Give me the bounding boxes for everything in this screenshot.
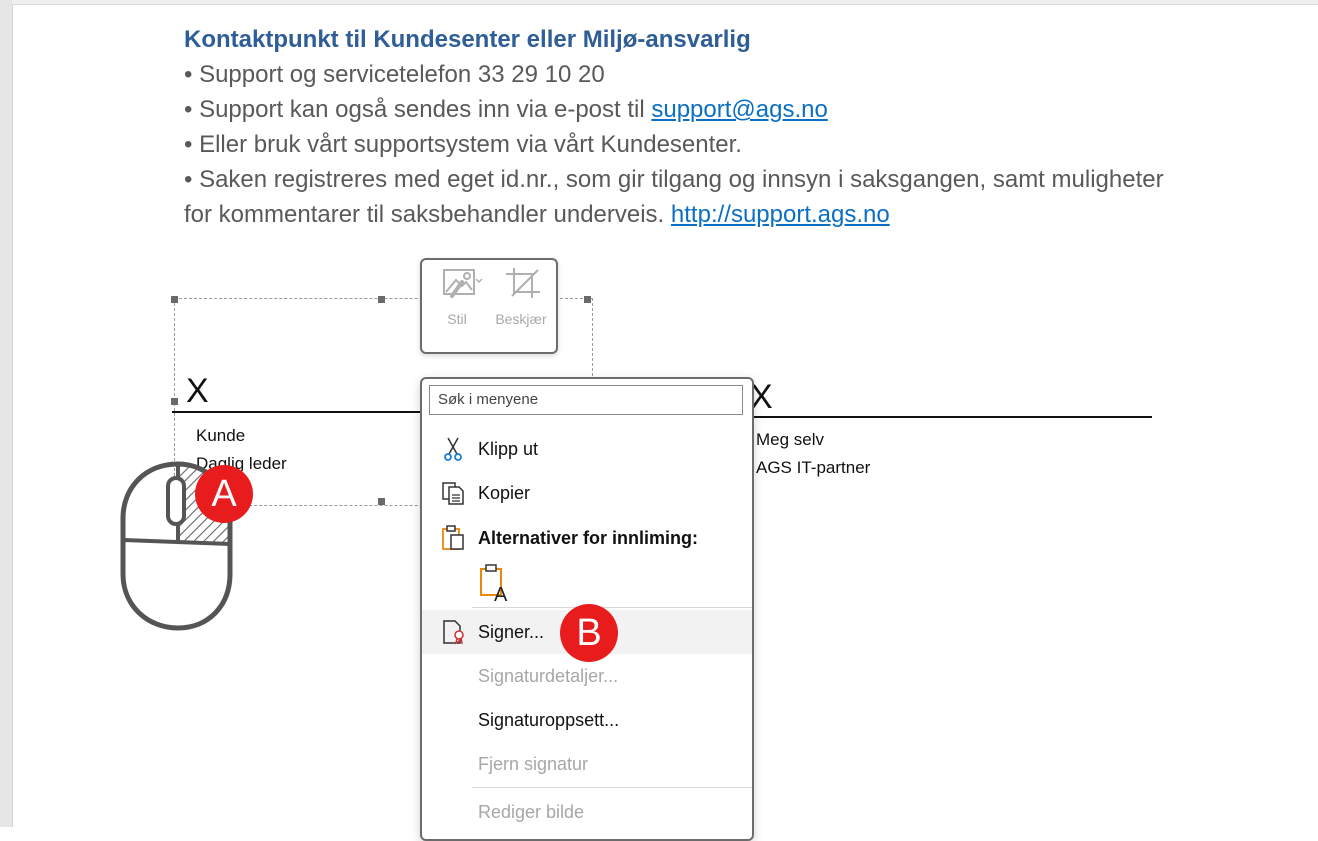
resize-handle-top-right[interactable] bbox=[584, 296, 591, 303]
paste-text-icon: A bbox=[480, 564, 508, 606]
resize-handle-bottom[interactable] bbox=[378, 498, 385, 505]
continuation-text: for kommentarer til saksbehandler underv… bbox=[184, 201, 665, 228]
paste-keep-text-only-button[interactable]: A bbox=[478, 563, 514, 606]
bullet-email-text: • Support kan også sendes inn via e-post… bbox=[184, 96, 645, 123]
menu-item-copy-label: Kopier bbox=[478, 483, 531, 503]
signature-line-right bbox=[750, 416, 1152, 418]
menu-item-cut-label: Klipp ut bbox=[478, 439, 539, 459]
signature-line-left bbox=[172, 411, 422, 413]
support-url-link[interactable]: http://support.ags.no bbox=[671, 201, 890, 228]
menu-item-signature-details-label: Signaturdetaljer... bbox=[478, 666, 619, 686]
menu-item-paste-options-label: Alternativer for innliming: bbox=[478, 528, 699, 548]
svg-text:A: A bbox=[494, 584, 508, 603]
menu-separator bbox=[472, 787, 752, 788]
menu-item-copy[interactable]: Kopier bbox=[422, 471, 752, 515]
bullet-phone: • Support og servicetelefon 33 29 10 20 bbox=[184, 61, 605, 88]
style-label: Stil bbox=[447, 311, 467, 327]
bullet-case-registration: • Saken registreres med eget id.nr., som… bbox=[184, 166, 1164, 193]
resize-handle-top-left[interactable] bbox=[171, 296, 178, 303]
resize-handle-top[interactable] bbox=[378, 296, 385, 303]
picture-style-icon bbox=[443, 269, 483, 298]
annotation-badge-b: B bbox=[560, 604, 618, 662]
bullet-email: • Support kan også sendes inn via e-post… bbox=[184, 95, 828, 125]
signature-mark-left: X bbox=[186, 372, 209, 410]
menu-item-cut[interactable]: Klipp ut bbox=[422, 427, 752, 471]
signer-name-left: Kunde bbox=[196, 426, 246, 445]
sign-document-icon bbox=[443, 620, 464, 645]
email-link[interactable]: support@ags.no bbox=[651, 96, 827, 123]
section-heading: Kontaktpunkt til Kundesenter eller Miljø… bbox=[184, 26, 751, 53]
mini-toolbar: Stil Beskjær bbox=[420, 258, 558, 354]
continuation-line: for kommentarer til saksbehandler underv… bbox=[184, 200, 890, 230]
crop-icon bbox=[506, 268, 540, 298]
crop-button[interactable]: Beskjær bbox=[490, 266, 552, 327]
menu-item-remove-signature[interactable]: Fjern signatur bbox=[422, 742, 752, 786]
menu-item-sign-label: Signer... bbox=[478, 622, 545, 642]
menu-item-paste-options: Alternativer for innliming: bbox=[422, 516, 752, 560]
page-margin bbox=[0, 0, 13, 827]
crop-label: Beskjær bbox=[495, 311, 547, 327]
bullet-support-system: • Eller bruk vårt supportsystem via vårt… bbox=[184, 131, 742, 158]
signer-name-right: Meg selv bbox=[756, 430, 825, 449]
menu-search-input[interactable]: Søk i menyene bbox=[429, 385, 743, 415]
paste-icon bbox=[442, 525, 464, 550]
scissors-icon bbox=[444, 437, 462, 461]
resize-handle-left[interactable] bbox=[171, 398, 178, 405]
page-top-edge bbox=[12, 0, 1318, 5]
menu-item-remove-signature-label: Fjern signatur bbox=[478, 754, 589, 774]
copy-icon bbox=[442, 482, 464, 505]
menu-separator bbox=[472, 607, 752, 608]
style-button[interactable]: Stil bbox=[426, 266, 488, 327]
annotation-badge-a: A bbox=[195, 465, 253, 523]
menu-item-signature-setup-label: Signaturoppsett... bbox=[478, 710, 620, 730]
menu-item-edit-picture-label: Rediger bilde bbox=[478, 802, 585, 822]
signer-role-right: AGS IT-partner bbox=[756, 458, 871, 477]
menu-item-signature-setup[interactable]: Signaturoppsett... bbox=[422, 698, 752, 742]
menu-item-edit-picture[interactable]: Rediger bilde bbox=[422, 790, 752, 834]
